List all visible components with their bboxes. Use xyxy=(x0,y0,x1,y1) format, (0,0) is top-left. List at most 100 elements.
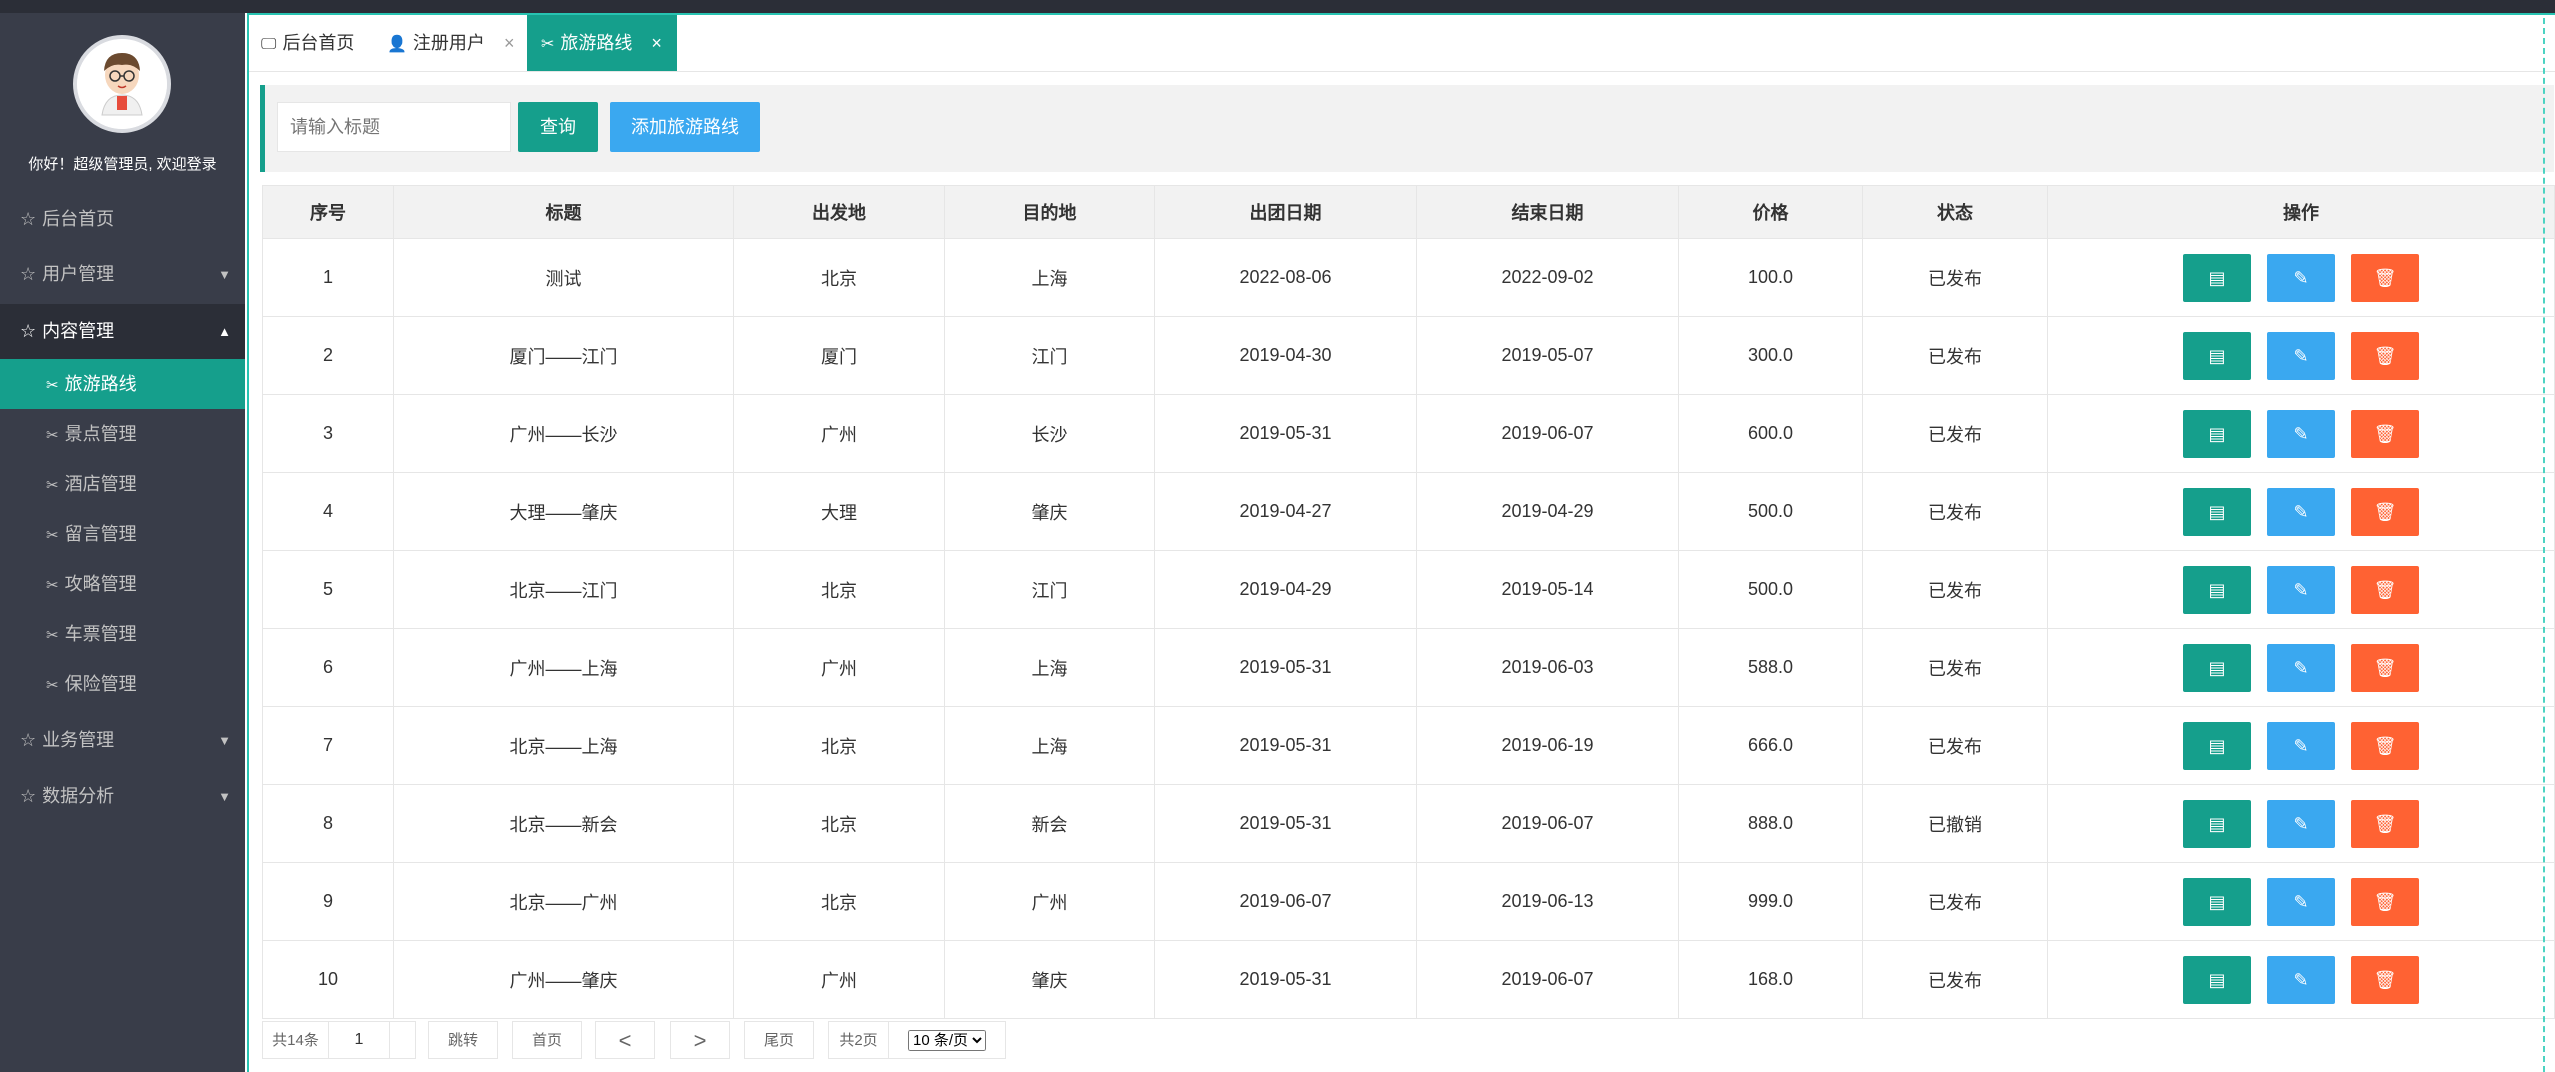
add-route-button[interactable]: 添加旅游路线 xyxy=(610,102,760,152)
menu-users[interactable]: ☆ 用户管理 ▼ xyxy=(0,247,245,302)
col-header-from: 出发地 xyxy=(733,185,945,239)
next-page-button[interactable]: > xyxy=(670,1021,730,1059)
edit-button[interactable]: ✎ xyxy=(2267,331,2335,380)
delete-button[interactable]: 🗑 xyxy=(2351,955,2419,1004)
edit-button[interactable]: ✎ xyxy=(2267,643,2335,692)
tab-registered-users-label: 注册用户 xyxy=(412,33,485,53)
view-button[interactable]: ▤ xyxy=(2183,253,2251,302)
cell-from: 广州 xyxy=(733,394,945,473)
edit-button[interactable]: ✎ xyxy=(2267,877,2335,926)
tab-routes[interactable]: ✂ 旅游路线 × xyxy=(527,15,677,71)
cell-end-date: 2019-06-07 xyxy=(1416,940,1679,1019)
submenu-routes[interactable]: ✂ 旅游路线 xyxy=(0,359,245,409)
trash-icon: 🗑 xyxy=(2373,345,2397,366)
delete-button[interactable]: 🗑 xyxy=(2351,877,2419,926)
prev-page-button[interactable]: < xyxy=(595,1021,655,1059)
close-icon[interactable]: × xyxy=(651,33,662,53)
page-size-select[interactable]: 10 条/页 xyxy=(908,1030,986,1051)
cell-end-date: 2019-04-29 xyxy=(1416,472,1679,551)
submenu-insurance[interactable]: ✂ 保险管理 xyxy=(0,659,245,709)
view-button[interactable]: ▤ xyxy=(2183,955,2251,1004)
document-icon: ▤ xyxy=(2208,345,2226,366)
view-button[interactable]: ▤ xyxy=(2183,565,2251,614)
view-button[interactable]: ▤ xyxy=(2183,643,2251,692)
delete-button[interactable]: 🗑 xyxy=(2351,565,2419,614)
total-pages: 共2页 xyxy=(828,1021,888,1059)
view-button[interactable]: ▤ xyxy=(2183,877,2251,926)
menu-business-label: 业务管理 xyxy=(42,730,115,750)
menu-content[interactable]: ☆ 内容管理 ▲ xyxy=(0,304,245,359)
view-button[interactable]: ▤ xyxy=(2183,721,2251,770)
delete-button[interactable]: 🗑 xyxy=(2351,721,2419,770)
avatar-image xyxy=(77,39,167,129)
top-bar xyxy=(0,0,2555,13)
edit-button[interactable]: ✎ xyxy=(2267,799,2335,848)
view-button[interactable]: ▤ xyxy=(2183,409,2251,458)
submenu-ticket-label: 车票管理 xyxy=(64,624,137,644)
last-page-button[interactable]: 尾页 xyxy=(744,1021,814,1059)
cell-actions: ▤ ✎ 🗑 xyxy=(2047,940,2555,1019)
pencil-icon: ✎ xyxy=(2293,501,2309,522)
route-icon: ✂ xyxy=(46,577,59,594)
cell-actions: ▤ ✎ 🗑 xyxy=(2047,628,2555,707)
delete-button[interactable]: 🗑 xyxy=(2351,487,2419,536)
pencil-icon: ✎ xyxy=(2293,345,2309,366)
tab-registered-users[interactable]: 👤 注册用户 × xyxy=(387,15,517,71)
cell-title: 北京——江门 xyxy=(393,550,734,629)
avatar[interactable] xyxy=(73,35,171,133)
edit-button[interactable]: ✎ xyxy=(2267,955,2335,1004)
cell-index: 2 xyxy=(262,316,394,395)
delete-button[interactable]: 🗑 xyxy=(2351,331,2419,380)
first-page-button[interactable]: 首页 xyxy=(512,1021,582,1059)
submenu-scenic[interactable]: ✂ 景点管理 xyxy=(0,409,245,459)
table-row: 3 广州——长沙 广州 长沙 2019-05-31 2019-06-07 600.0 已发布 ▤… xyxy=(262,394,2555,473)
delete-button[interactable]: 🗑 xyxy=(2351,253,2419,302)
view-button[interactable]: ▤ xyxy=(2183,487,2251,536)
menu-home[interactable]: ☆ 后台首页 xyxy=(0,192,245,247)
cell-from: 北京 xyxy=(733,706,945,785)
table-row: 8 北京——新会 北京 新会 2019-05-31 2019-06-07 888.0 已撤销 ▤… xyxy=(262,784,2555,863)
submenu-hotel[interactable]: ✂ 酒店管理 xyxy=(0,459,245,509)
document-icon: ▤ xyxy=(2208,267,2226,288)
view-button[interactable]: ▤ xyxy=(2183,331,2251,380)
route-icon: ✂ xyxy=(46,477,59,494)
cell-status: 已发布 xyxy=(1862,394,2048,473)
menu-business[interactable]: ☆ 业务管理 ▼ xyxy=(0,713,245,768)
query-button[interactable]: 查询 xyxy=(518,102,598,152)
close-icon[interactable]: × xyxy=(504,33,515,53)
menu-users-label: 用户管理 xyxy=(42,264,115,284)
submenu-guide[interactable]: ✂ 攻略管理 xyxy=(0,559,245,609)
submenu-ticket[interactable]: ✂ 车票管理 xyxy=(0,609,245,659)
user-icon: 👤 xyxy=(387,36,407,53)
edit-button[interactable]: ✎ xyxy=(2267,487,2335,536)
submenu-message[interactable]: ✂ 留言管理 xyxy=(0,509,245,559)
menu-analytics[interactable]: ☆ 数据分析 ▼ xyxy=(0,769,245,824)
delete-button[interactable]: 🗑 xyxy=(2351,643,2419,692)
delete-button[interactable]: 🗑 xyxy=(2351,799,2419,848)
search-input[interactable] xyxy=(277,102,511,152)
route-icon: ✂ xyxy=(541,36,555,53)
trash-icon: 🗑 xyxy=(2373,813,2397,834)
page-number-input[interactable] xyxy=(328,1021,390,1059)
cell-status: 已发布 xyxy=(1862,706,2048,785)
document-icon: ▤ xyxy=(2208,735,2226,756)
cell-to: 江门 xyxy=(944,550,1155,629)
submenu-message-label: 留言管理 xyxy=(64,524,137,544)
monitor-icon: 🖵 xyxy=(261,36,277,53)
edit-button[interactable]: ✎ xyxy=(2267,409,2335,458)
cell-end-date: 2019-06-07 xyxy=(1416,784,1679,863)
jump-button[interactable]: 跳转 xyxy=(428,1021,498,1059)
cell-to: 广州 xyxy=(944,862,1155,941)
edit-button[interactable]: ✎ xyxy=(2267,721,2335,770)
tab-home[interactable]: 🖵 后台首页 xyxy=(261,15,376,71)
edit-button[interactable]: ✎ xyxy=(2267,253,2335,302)
col-header-start-date: 出团日期 xyxy=(1154,185,1417,239)
cell-actions: ▤ ✎ 🗑 xyxy=(2047,550,2555,629)
edit-button[interactable]: ✎ xyxy=(2267,565,2335,614)
cell-status: 已发布 xyxy=(1862,316,2048,395)
delete-button[interactable]: 🗑 xyxy=(2351,409,2419,458)
view-button[interactable]: ▤ xyxy=(2183,799,2251,848)
cell-start-date: 2019-05-31 xyxy=(1154,706,1417,785)
cell-end-date: 2019-05-14 xyxy=(1416,550,1679,629)
table-row: 4 大理——肇庆 大理 肇庆 2019-04-27 2019-04-29 500.0 已发布 ▤… xyxy=(262,472,2555,551)
